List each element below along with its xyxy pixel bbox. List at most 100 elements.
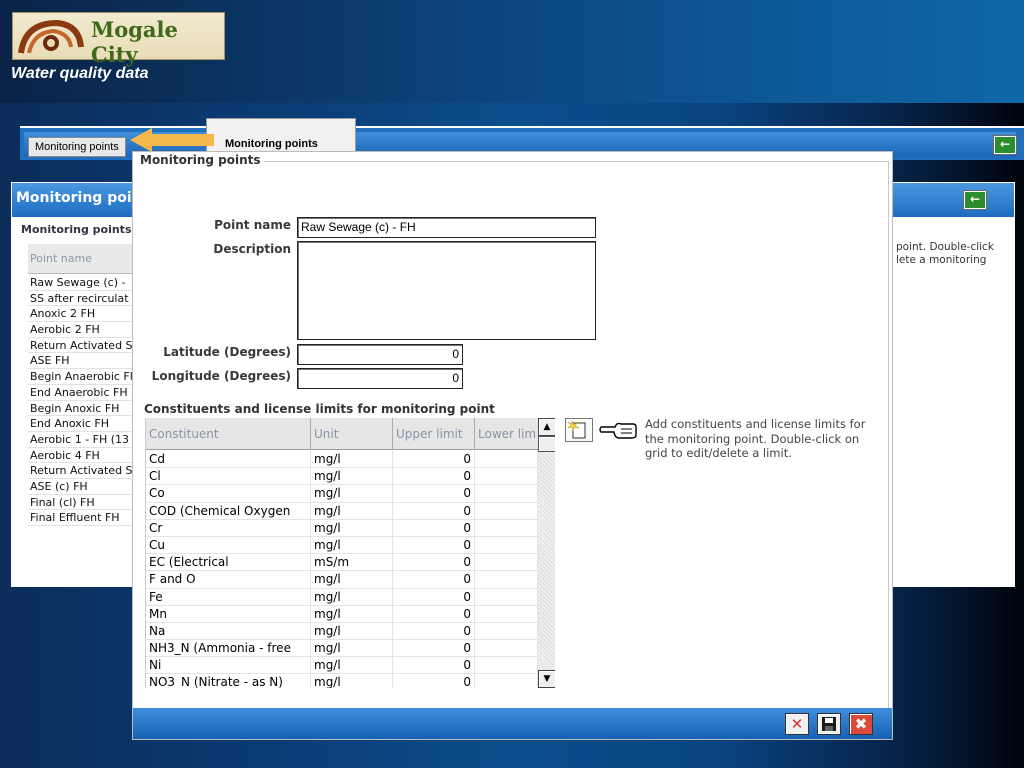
table-row[interactable]: F and Omg/l 0 <box>146 571 538 589</box>
table-row[interactable]: Cl mg/l 0 <box>146 468 538 486</box>
list-item[interactable]: Aerobic 4 FH <box>28 448 148 464</box>
callout-text: Monitoring points <box>225 138 318 150</box>
list-item[interactable]: Aerobic 1 - FH (13 <box>28 432 148 448</box>
table-row[interactable]: NO3_N (Nitrate - as N) mg/l 0 <box>146 674 538 688</box>
table-row[interactable]: Cu mg/l 0 <box>146 536 538 555</box>
back-arrow-icon[interactable]: ← <box>993 135 1017 155</box>
logo-emblem-icon <box>18 19 84 54</box>
window-title: Monitoring point <box>16 190 149 206</box>
monitoring-points-button[interactable]: Monitoring points <box>28 137 126 157</box>
callout-arrow-icon <box>130 128 214 152</box>
point-name-input[interactable]: Raw Sewage (c) - FH <box>297 217 596 238</box>
table-row[interactable]: Mn mg/l 0 <box>146 605 538 623</box>
table-row[interactable]: EC (Electrical mS/m 0 <box>146 554 538 572</box>
list-item[interactable]: Final Effluent FH <box>28 510 148 526</box>
cell-unit: mg/l <box>311 468 393 486</box>
table-row[interactable]: Cr mg/l 0 <box>146 519 538 537</box>
list-item[interactable]: ASE FH <box>28 353 148 370</box>
fieldset-border <box>888 161 889 711</box>
scroll-up-icon[interactable]: ▲ <box>538 418 555 436</box>
back-arrow-icon[interactable]: ← <box>963 190 987 210</box>
table-row[interactable]: Fe mg/l 0 <box>146 588 538 606</box>
cell-constituent: Fe <box>146 588 311 606</box>
add-constituent-button[interactable] <box>565 418 593 442</box>
cell-upper-limit: 0 <box>393 502 475 520</box>
cell-upper-limit: 0 <box>393 640 475 658</box>
floppy-disk-icon <box>822 717 836 731</box>
logo-text: Mogale City <box>91 17 178 67</box>
longitude-input[interactable]: 0 <box>297 368 463 389</box>
cell-unit: mg/l <box>311 451 393 468</box>
table-row[interactable]: Co mg/l 0 <box>146 485 538 503</box>
close-icon[interactable]: ✖ <box>849 713 873 735</box>
points-list: Raw Sewage (c) - SS after recirculat Ano… <box>28 275 148 526</box>
list-item[interactable]: Anoxic 2 FH <box>28 306 148 323</box>
cell-lower-limit <box>475 519 538 537</box>
table-row[interactable]: COD (Chemical Oxygen mg/l 0 <box>146 502 538 520</box>
cell-upper-limit: 0 <box>393 536 475 554</box>
cell-upper-limit: 0 <box>393 657 475 675</box>
cell-unit: mg/l <box>311 588 393 606</box>
list-item[interactable]: Return Activated S <box>28 338 148 354</box>
column-header-unit[interactable]: Unit <box>311 418 393 450</box>
column-header-upper-limit[interactable]: Upper limit <box>393 418 475 450</box>
cell-upper-limit: 0 <box>393 674 475 688</box>
description-label: Description <box>213 242 291 256</box>
cell-lower-limit <box>475 554 538 572</box>
list-item[interactable]: Begin Anaerobic Fl <box>28 369 148 385</box>
constituents-grid[interactable]: Constituent Unit Upper limit Lower lim C… <box>145 418 555 688</box>
header-band: Mogale City Water quality data <box>0 0 1024 103</box>
table-row[interactable]: Cd mg/l 0 <box>146 451 538 469</box>
latitude-input[interactable]: 0 <box>297 344 463 365</box>
table-row[interactable]: Na mg/l 0 <box>146 622 538 641</box>
cell-lower-limit <box>475 674 538 688</box>
cell-upper-limit: 0 <box>393 485 475 503</box>
cell-constituent: EC (Electrical <box>146 554 311 572</box>
delete-icon[interactable]: ✕ <box>785 713 809 735</box>
table-row[interactable]: NH3_N (Ammonia - free mg/l 0 <box>146 640 538 658</box>
list-item[interactable]: Aerobic 2 FH <box>28 322 148 338</box>
description-textarea[interactable] <box>297 241 596 340</box>
new-document-icon <box>567 420 586 439</box>
constituents-section-title: Constituents and license limits for moni… <box>144 402 495 416</box>
dialog-footer: ✕ ✖ <box>133 708 892 739</box>
cell-unit: mg/l <box>311 571 393 589</box>
cell-constituent: Cl <box>146 468 311 486</box>
column-header-lower-limit[interactable]: Lower lim <box>475 418 538 450</box>
cell-unit: mg/l <box>311 485 393 503</box>
cell-lower-limit <box>475 657 538 675</box>
cell-constituent: Cu <box>146 536 311 554</box>
cell-constituent: NH3_N (Ammonia - free <box>146 640 311 658</box>
point-name-label: Point name <box>214 218 291 232</box>
cell-upper-limit: 0 <box>393 468 475 486</box>
cell-lower-limit <box>475 502 538 520</box>
list-item[interactable]: End Anaerobic FH <box>28 385 148 401</box>
app-title: Water quality data <box>11 65 149 82</box>
grid-header: Constituent Unit Upper limit Lower lim <box>146 418 538 450</box>
scroll-thumb[interactable] <box>538 436 555 452</box>
cell-upper-limit: 0 <box>393 451 475 468</box>
cell-constituent: Mn <box>146 605 311 623</box>
scroll-down-icon[interactable]: ▼ <box>538 670 555 688</box>
list-item[interactable]: ASE (c) FH <box>28 479 148 495</box>
cell-constituent: Co <box>146 485 311 503</box>
cell-unit: mg/l <box>311 640 393 658</box>
cell-unit: mg/l <box>311 657 393 675</box>
pointing-hand-icon <box>599 422 637 439</box>
column-header-constituent[interactable]: Constituent <box>146 418 311 450</box>
grid-scrollbar[interactable]: ▲ ▼ <box>538 418 555 688</box>
list-item[interactable]: Return Activated S <box>28 463 148 479</box>
cell-upper-limit: 0 <box>393 571 475 589</box>
save-icon[interactable] <box>817 713 841 735</box>
cell-unit: mg/l <box>311 536 393 554</box>
cell-unit: mS/m <box>311 554 393 572</box>
column-header-point-name[interactable]: Point name <box>28 244 148 274</box>
list-item[interactable]: SS after recirculat <box>28 291 148 307</box>
list-item[interactable]: Final (cl) FH <box>28 495 148 511</box>
list-item[interactable]: End Anoxic FH <box>28 416 148 432</box>
list-item[interactable]: Raw Sewage (c) - <box>28 275 148 291</box>
table-row[interactable]: Ni mg/l 0 <box>146 657 538 675</box>
cell-lower-limit <box>475 622 538 640</box>
cell-unit: mg/l <box>311 674 393 688</box>
list-item[interactable]: Begin Anoxic FH <box>28 401 148 417</box>
